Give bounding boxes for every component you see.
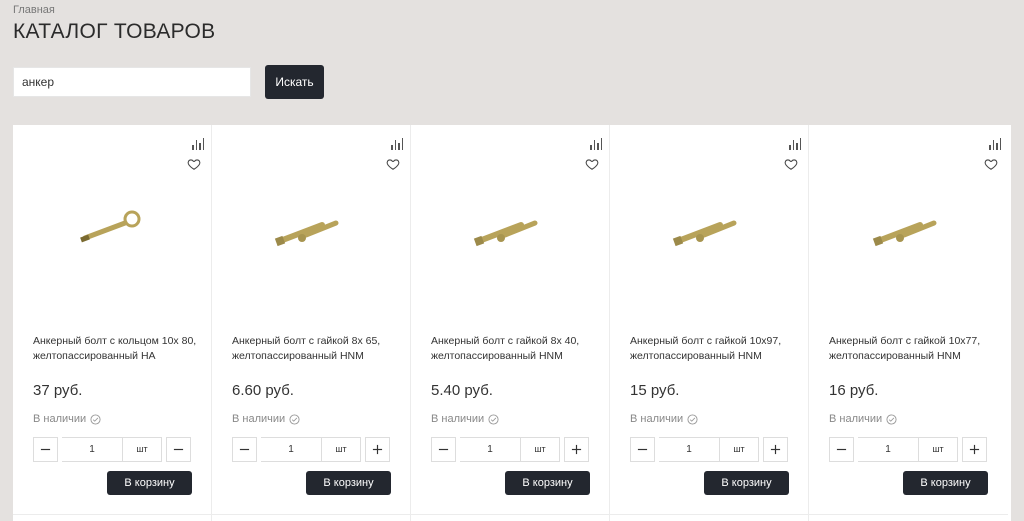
availability-label: В наличии bbox=[33, 413, 87, 425]
minus-icon bbox=[438, 448, 449, 451]
quantity-stepper: шт bbox=[232, 437, 391, 462]
add-to-cart-button[interactable]: В корзину bbox=[903, 471, 988, 495]
row-divider bbox=[610, 514, 808, 515]
compare-icon[interactable] bbox=[391, 138, 403, 150]
quantity-input[interactable] bbox=[659, 437, 719, 462]
add-to-cart-button[interactable]: В корзину bbox=[704, 471, 789, 495]
anchor-bolt-nut-image[interactable] bbox=[465, 205, 555, 250]
increase-button[interactable] bbox=[365, 437, 390, 462]
compare-icon[interactable] bbox=[590, 138, 602, 150]
check-circle-icon bbox=[289, 413, 300, 425]
availability-label: В наличии bbox=[630, 413, 684, 425]
row-divider bbox=[212, 514, 410, 515]
product-price: 6.60 руб. bbox=[232, 382, 294, 399]
row-divider bbox=[13, 514, 211, 515]
product-card: Анкерный болт с гайкой 10х97, желтопасси… bbox=[610, 125, 809, 521]
compare-icon[interactable] bbox=[192, 138, 204, 150]
decrease-button[interactable] bbox=[33, 437, 58, 462]
compare-icon[interactable] bbox=[989, 138, 1001, 150]
quantity-input[interactable] bbox=[261, 437, 321, 462]
search-button[interactable]: Искать bbox=[265, 65, 324, 99]
page-title: КАТАЛОГ ТОВАРОВ bbox=[13, 20, 216, 43]
minus-icon bbox=[836, 448, 847, 451]
minus-icon bbox=[637, 448, 648, 451]
quantity-stepper: шт bbox=[630, 437, 789, 462]
product-card: Анкерный болт с гайкой 8х 65, желтопасси… bbox=[212, 125, 411, 521]
search-input[interactable] bbox=[13, 67, 251, 97]
heart-icon[interactable] bbox=[784, 157, 798, 171]
product-name[interactable]: Анкерный болт с гайкой 8х 65, желтопасси… bbox=[232, 334, 397, 364]
check-circle-icon bbox=[886, 413, 897, 425]
availability-status: В наличии bbox=[431, 413, 499, 425]
product-card: Анкерный болт с кольцом 10х 80, желтопас… bbox=[13, 125, 212, 521]
quantity-stepper: шт bbox=[33, 437, 192, 462]
compare-icon[interactable] bbox=[789, 138, 801, 150]
heart-icon[interactable] bbox=[187, 157, 201, 171]
quantity-unit: шт bbox=[321, 437, 361, 462]
increase-button[interactable] bbox=[763, 437, 788, 462]
product-card: Анкерный болт с гайкой 8х 40, желтопасси… bbox=[411, 125, 610, 521]
check-circle-icon bbox=[687, 413, 698, 425]
product-name[interactable]: Анкерный болт с гайкой 10х77, желтопасси… bbox=[829, 334, 994, 364]
availability-status: В наличии bbox=[232, 413, 300, 425]
anchor-bolt-nut-image[interactable] bbox=[864, 205, 954, 250]
product-name[interactable]: Анкерный болт с гайкой 10х97, желтопасси… bbox=[630, 334, 795, 364]
increase-button[interactable] bbox=[962, 437, 987, 462]
decrease-button[interactable] bbox=[431, 437, 456, 462]
availability-status: В наличии bbox=[630, 413, 698, 425]
minus-icon bbox=[40, 448, 51, 451]
quantity-input[interactable] bbox=[858, 437, 918, 462]
quantity-input[interactable] bbox=[62, 437, 122, 462]
decrease-button[interactable] bbox=[630, 437, 655, 462]
product-price: 37 руб. bbox=[33, 382, 83, 399]
quantity-unit: шт bbox=[719, 437, 759, 462]
product-price: 5.40 руб. bbox=[431, 382, 493, 399]
quantity-unit: шт bbox=[122, 437, 162, 462]
row-divider bbox=[411, 514, 609, 515]
plus-icon bbox=[770, 444, 781, 455]
product-card: Анкерный болт с гайкой 10х77, желтопасси… bbox=[809, 125, 1008, 521]
product-name[interactable]: Анкерный болт с гайкой 8х 40, желтопасси… bbox=[431, 334, 596, 364]
availability-status: В наличии bbox=[33, 413, 101, 425]
add-to-cart-button[interactable]: В корзину bbox=[107, 471, 192, 495]
increase-button[interactable] bbox=[166, 437, 191, 462]
heart-icon[interactable] bbox=[585, 157, 599, 171]
availability-label: В наличии bbox=[431, 413, 485, 425]
plus-icon bbox=[571, 444, 582, 455]
minus-icon bbox=[239, 448, 250, 451]
quantity-unit: шт bbox=[918, 437, 958, 462]
minus-icon bbox=[173, 448, 184, 451]
product-price: 15 руб. bbox=[630, 382, 680, 399]
breadcrumb[interactable]: Главная bbox=[13, 4, 55, 16]
decrease-button[interactable] bbox=[232, 437, 257, 462]
heart-icon[interactable] bbox=[386, 157, 400, 171]
plus-icon bbox=[969, 444, 980, 455]
product-name[interactable]: Анкерный болт с кольцом 10х 80, желтопас… bbox=[33, 334, 198, 364]
plus-icon bbox=[372, 444, 383, 455]
quantity-stepper: шт bbox=[431, 437, 590, 462]
anchor-bolt-nut-image[interactable] bbox=[664, 205, 754, 250]
availability-label: В наличии bbox=[232, 413, 286, 425]
add-to-cart-button[interactable]: В корзину bbox=[306, 471, 391, 495]
availability-status: В наличии bbox=[829, 413, 897, 425]
quantity-unit: шт bbox=[520, 437, 560, 462]
check-circle-icon bbox=[90, 413, 101, 425]
decrease-button[interactable] bbox=[829, 437, 854, 462]
anchor-hook-bolt-image[interactable] bbox=[67, 205, 157, 250]
row-divider bbox=[809, 514, 1008, 515]
product-grid: Анкерный болт с кольцом 10х 80, желтопас… bbox=[13, 125, 1011, 521]
availability-label: В наличии bbox=[829, 413, 883, 425]
quantity-input[interactable] bbox=[460, 437, 520, 462]
check-circle-icon bbox=[488, 413, 499, 425]
product-price: 16 руб. bbox=[829, 382, 879, 399]
quantity-stepper: шт bbox=[829, 437, 988, 462]
add-to-cart-button[interactable]: В корзину bbox=[505, 471, 590, 495]
anchor-bolt-nut-image[interactable] bbox=[266, 205, 356, 250]
increase-button[interactable] bbox=[564, 437, 589, 462]
heart-icon[interactable] bbox=[984, 157, 998, 171]
